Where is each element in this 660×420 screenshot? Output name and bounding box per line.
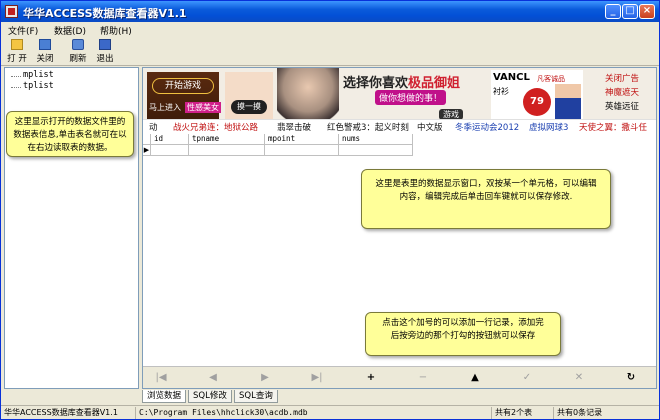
row-indicator: ▶ [143, 145, 151, 156]
ad-hands-label: 摸一摸 [231, 100, 267, 114]
ad-side-link[interactable]: 神魔遮天 [591, 86, 653, 100]
title-bar[interactable]: 华华ACCESS数据库查看器V1.1 _ □ × [1, 1, 659, 22]
tree-connector [11, 76, 21, 77]
refresh-button[interactable]: 刷新 [65, 39, 91, 65]
nav-first-button[interactable]: |◀ [151, 370, 171, 386]
ad-banner[interactable]: 开始游戏 马上进入 性感美女 摸一摸 选择你喜欢极品御姐 做你想做的事！ 游戏 … [143, 68, 656, 132]
ad-headline-hot: 极品御姐 [408, 76, 461, 91]
exit-button-label: 退出 [96, 54, 114, 64]
nav-last-button[interactable]: ▶| [307, 370, 327, 386]
status-table-count: 共有2个表 [491, 407, 553, 419]
ad-vancl-item: 衬衫 [493, 87, 509, 96]
ad-vancl-tag: 凡客诚品 [537, 75, 565, 83]
folder-open-icon [11, 39, 23, 50]
ad-side-links: 关闭广告 神魔遮天 英雄远征 [591, 72, 653, 114]
menu-help[interactable]: 帮助(H) [100, 24, 132, 37]
ad-vancl-price: 79 [523, 88, 551, 116]
tab-browse[interactable]: 浏览数据 [142, 390, 187, 403]
tree-help-tooltip: 这里显示打开的数据文件里的 数据表信息,单击表名就可在以 在右边读取表的数据。 [6, 111, 134, 157]
tree-node-tplist[interactable]: tplist [23, 81, 54, 91]
ad-headline[interactable]: 选择你喜欢极品御姐 [343, 72, 460, 91]
grid-cell[interactable] [339, 145, 413, 156]
tab-sql-edit[interactable]: SQL修改 [188, 390, 232, 403]
nav-prior-button[interactable]: ◀ [203, 370, 223, 386]
minimize-button[interactable]: _ [605, 4, 621, 19]
grid-cell[interactable] [151, 145, 189, 156]
nav-edit-button[interactable]: ▲ [465, 370, 485, 386]
ad-game-sub: 马上进入 [149, 103, 181, 112]
ad-side-link[interactable]: 英雄远征 [591, 100, 653, 114]
ad-subline: 做你想做的事！ [375, 90, 447, 105]
close-db-button-label: 关闭 [36, 54, 54, 64]
status-record-count: 共有0条记录 [553, 407, 657, 419]
app-icon[interactable] [5, 5, 18, 18]
exit-button[interactable]: 退出 [92, 39, 118, 65]
status-file-path: C:\Program Files\hhclick30\acdb.mdb [135, 407, 491, 419]
status-app-name: 华华ACCESS数据库查看器V1.1 [4, 408, 118, 417]
exit-icon [99, 39, 111, 50]
nav-insert-button[interactable]: + [361, 370, 381, 386]
grid-help-tooltip: 这里是表里的数据显示窗口，双按某一个单元格，可以编辑 内容，编辑完成后单击回车键… [361, 169, 611, 229]
column-header-nums[interactable]: nums [339, 134, 413, 145]
ad-text-link[interactable]: 动 [149, 121, 158, 132]
column-header-tpname[interactable]: tpname [189, 134, 265, 145]
close-db-icon [39, 39, 51, 50]
nav-next-button[interactable]: ▶ [255, 370, 275, 386]
ad-text-link[interactable]: 虚拟网球3 [529, 121, 568, 132]
grid-cell[interactable] [189, 145, 265, 156]
refresh-icon [72, 39, 84, 50]
ad-text-link[interactable]: 冬季运动会2012 [455, 121, 519, 132]
close-db-button[interactable]: 关闭 [32, 39, 58, 65]
nav-delete-button[interactable]: − [413, 370, 433, 386]
ad-text-link[interactable]: 红色警戒3：起义时刻 [327, 121, 409, 132]
table-row[interactable]: ▶ [143, 145, 413, 156]
nav-refresh-button[interactable]: ↻ [621, 370, 641, 386]
open-button[interactable]: 打 开 [4, 39, 30, 65]
app-window: 华华ACCESS数据库查看器V1.1 _ □ × 文件(F) 数据(D) 帮助(… [0, 0, 660, 420]
ad-game-tag: 性感美女 [185, 102, 221, 113]
add-record-tooltip: 点击这个加号的可以添加一行记录，添加完 后按旁边的那个打勾的按钮就可以保存 [365, 312, 561, 356]
menu-file[interactable]: 文件(F) [8, 24, 38, 37]
record-navigator: |◀ ◀ ▶ ▶| + − ▲ ✓ ✕ ↻ [143, 366, 656, 388]
window-title: 华华ACCESS数据库查看器V1.1 [23, 7, 187, 20]
menu-bar: 文件(F) 数据(D) 帮助(H) [1, 22, 659, 38]
tree-node-mplist[interactable]: mplist [23, 70, 54, 80]
ad-vancl-brand: VANCL [493, 72, 530, 83]
ad-text-link[interactable]: 天使之翼：撒斗任 [579, 121, 647, 132]
data-panel: 开始游戏 马上进入 性感美女 摸一摸 选择你喜欢极品御姐 做你想做的事！ 游戏 … [142, 67, 657, 389]
nav-post-button[interactable]: ✓ [517, 370, 537, 386]
column-header-mpoint[interactable]: mpoint [265, 134, 339, 145]
open-button-label: 打 开 [7, 54, 27, 64]
maximize-button[interactable]: □ [622, 4, 638, 19]
nav-cancel-button[interactable]: ✕ [569, 370, 589, 386]
ad-text-link[interactable]: 战火兄弟连：地狱公路 [173, 121, 258, 132]
column-header-id[interactable]: id [151, 134, 189, 145]
ad-text-link[interactable]: 中文版 [417, 121, 443, 132]
grid-header-indicator [143, 134, 151, 145]
ad-headline-prefix: 选择你喜欢 [343, 76, 409, 91]
ad-game-title: 开始游戏 [152, 78, 214, 94]
tab-sql-query[interactable]: SQL查询 [234, 390, 278, 403]
grid-cell[interactable] [265, 145, 339, 156]
menu-data[interactable]: 数据(D) [54, 24, 86, 37]
toolbar: 打 开 关闭 刷新 退出 [1, 38, 659, 66]
ad-links-bar: 动 战火兄弟连：地狱公路 翡翠击破 红色警戒3：起义时刻 中文版 冬季运动会20… [143, 119, 656, 132]
grid-header: id tpname mpoint nums [143, 134, 413, 145]
ad-text-link[interactable]: 翡翠击破 [277, 121, 311, 132]
close-button[interactable]: × [639, 4, 655, 19]
refresh-button-label: 刷新 [69, 54, 87, 64]
ad-close-link[interactable]: 关闭广告 [591, 72, 653, 86]
status-bar: 华华ACCESS数据库查看器V1.1 C:\Program Files\hhcl… [1, 405, 659, 419]
tree-connector [11, 87, 21, 88]
